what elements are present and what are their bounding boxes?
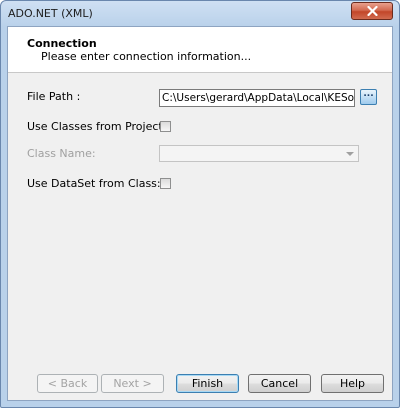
browse-button[interactable]: ... (360, 89, 377, 105)
wizard-header: Connection Please enter connection infor… (8, 27, 392, 73)
dialog-client: Connection Please enter connection infor… (7, 26, 393, 401)
page-title: Connection (27, 37, 97, 50)
use-classes-checkbox[interactable] (160, 121, 171, 132)
dialog-window: ADO.NET (XML) Connection Please enter co… (0, 0, 400, 408)
use-classes-label: Use Classes from Project: (27, 120, 167, 133)
class-name-label: Class Name: (27, 147, 96, 160)
help-button[interactable]: Help (321, 374, 384, 393)
use-dataset-label: Use DataSet from Class: (27, 177, 161, 190)
back-button[interactable]: < Back (37, 374, 98, 393)
title-bar[interactable]: ADO.NET (XML) (1, 1, 399, 25)
chevron-down-icon (346, 152, 354, 156)
class-name-select[interactable] (159, 145, 359, 162)
finish-button[interactable]: Finish (176, 374, 239, 393)
window-title: ADO.NET (XML) (8, 7, 93, 20)
file-path-label: File Path : (27, 90, 81, 103)
cancel-button[interactable]: Cancel (248, 374, 311, 393)
close-button[interactable] (351, 2, 393, 20)
page-subtitle: Please enter connection information... (41, 50, 252, 63)
next-button[interactable]: Next > (101, 374, 164, 393)
use-dataset-checkbox[interactable] (160, 178, 171, 189)
file-path-input[interactable]: C:\Users\gerard\AppData\Local\KESoftware… (159, 89, 355, 107)
close-icon (367, 6, 378, 16)
